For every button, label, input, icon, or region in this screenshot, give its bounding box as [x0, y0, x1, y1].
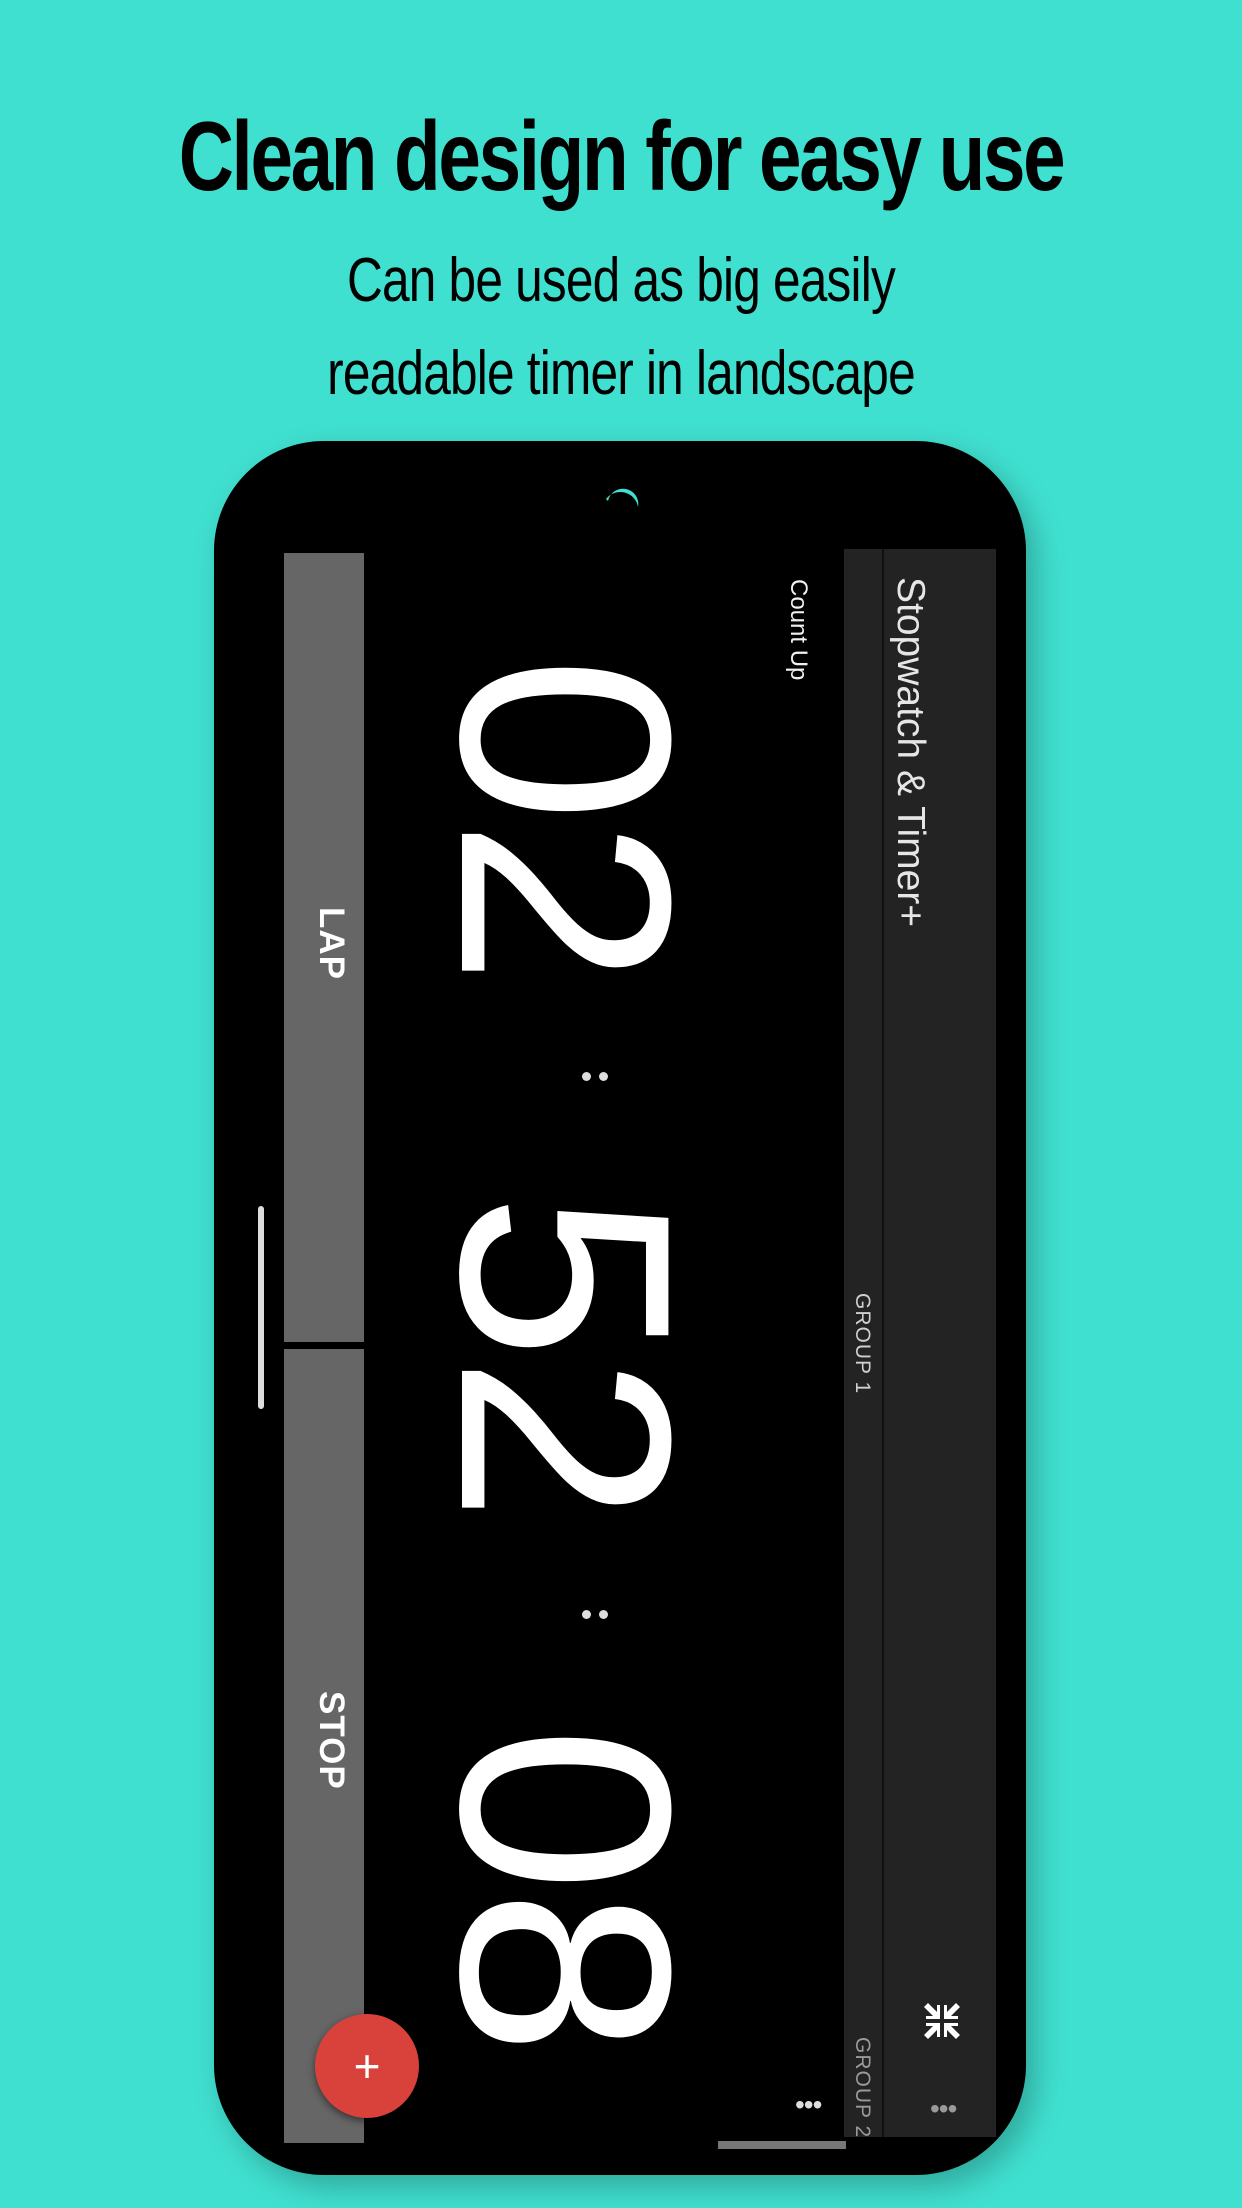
add-timer-button[interactable]: +	[315, 2014, 419, 2118]
app-title: Stopwatch & Timer+	[889, 577, 932, 928]
timer-more-icon[interactable]: •••	[795, 2089, 822, 2121]
headline: Clean design for easy use	[178, 101, 1066, 211]
tab-indicator	[718, 2141, 846, 2149]
phone-frame: Stopwatch & Timer+ GROUP 1 GROUP 2 Count…	[214, 441, 1026, 2175]
mode-label: Count Up	[785, 579, 812, 681]
stop-button-label: STOP	[312, 1691, 351, 1790]
tab-group-1[interactable]: GROUP 1	[850, 1293, 874, 1394]
time-minutes: 52	[398, 1193, 734, 1519]
time-separator	[582, 1072, 608, 1082]
time-hours: 02	[398, 656, 734, 982]
camera-notch-icon	[606, 488, 639, 507]
plus-icon: +	[353, 2040, 381, 2092]
appbar-more-icon[interactable]: •••	[930, 2093, 957, 2125]
time-seconds: 08	[398, 1726, 734, 2052]
collapse-icon[interactable]	[922, 2001, 962, 2041]
tab-group-2[interactable]: GROUP 2	[850, 2037, 874, 2138]
lap-button-label: LAP	[312, 907, 351, 980]
tab-divider	[882, 549, 884, 2137]
subheadline-line2: readable timer in landscape	[327, 339, 916, 408]
subheadline-line1: Can be used as big easily	[346, 246, 896, 315]
time-separator	[582, 1610, 608, 1620]
home-indicator[interactable]	[258, 1206, 264, 1409]
